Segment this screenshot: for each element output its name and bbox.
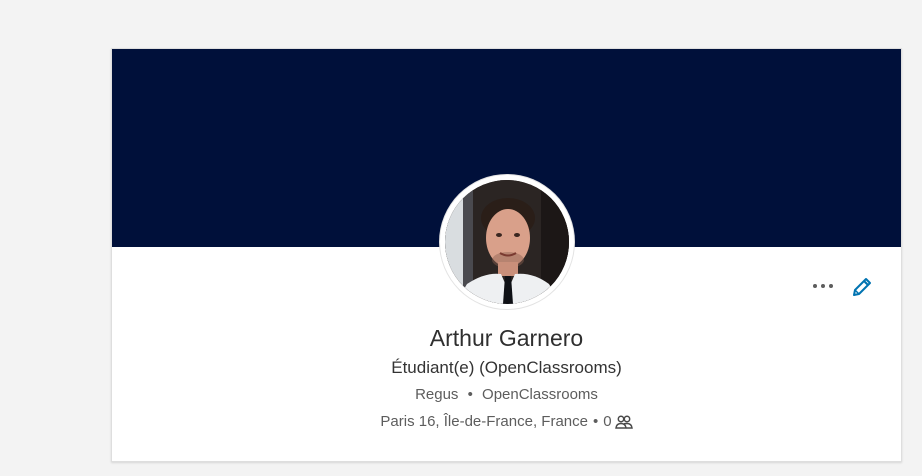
edit-profile-button[interactable] [850, 275, 874, 299]
profile-location-line: Paris 16, Île-de-France, France • 0 [112, 412, 901, 432]
separator-bullet: • [592, 413, 599, 430]
pencil-icon [853, 278, 871, 296]
people-icon [614, 415, 633, 429]
profile-photo[interactable] [445, 180, 569, 304]
profile-photo-image [445, 180, 569, 304]
separator-bullet: • [467, 386, 473, 403]
profile-name: Arthur Garnero [429, 325, 584, 351]
more-actions-button[interactable] [811, 275, 835, 297]
profile-headline: Étudiant(e) (OpenClassrooms) [391, 358, 622, 377]
profile-photo-frame[interactable] [440, 175, 574, 309]
profile-info: Arthur Garnero Étudiant(e) (OpenClassroo… [112, 323, 901, 432]
education-school[interactable]: OpenClassrooms [482, 386, 598, 403]
current-company[interactable]: Regus [415, 386, 458, 403]
profile-location: Paris 16, Île-de-France, France [380, 413, 588, 430]
profile-company-line: Regus • OpenClassrooms [112, 385, 901, 405]
more-horizontal-icon [813, 284, 833, 288]
profile-card: Arthur Garnero Étudiant(e) (OpenClassroo… [111, 48, 902, 462]
connections-count[interactable]: 0 [603, 412, 611, 432]
